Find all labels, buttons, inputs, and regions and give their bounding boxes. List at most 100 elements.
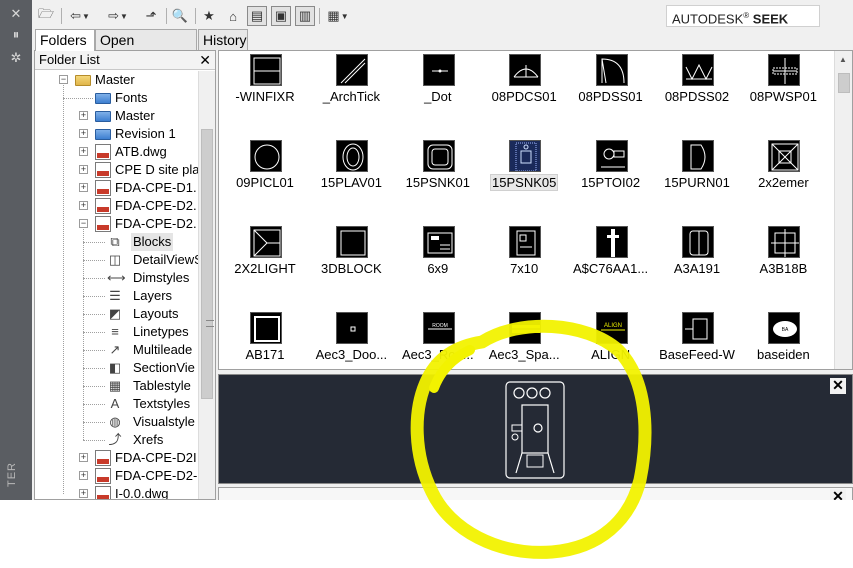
scrollbar-thumb[interactable] bbox=[838, 73, 850, 93]
favorites-button[interactable]: ★ bbox=[199, 6, 219, 26]
expand-icon[interactable]: + bbox=[79, 201, 88, 210]
forward-button[interactable]: ⇨ ▼ bbox=[103, 6, 133, 26]
palette-title-strip[interactable]: ✕ ⏸ ✲ TER bbox=[0, 0, 32, 500]
block-item[interactable]: A3A191 bbox=[654, 224, 740, 310]
tree-item[interactable]: ≡ Linetypes bbox=[35, 323, 199, 341]
collapse-icon[interactable]: − bbox=[79, 219, 88, 228]
close-icon[interactable]: ✕ bbox=[830, 378, 846, 394]
block-item[interactable]: 7x10 bbox=[481, 224, 567, 310]
expand-icon[interactable]: + bbox=[79, 111, 88, 120]
tree-item[interactable]: + ATB.dwg bbox=[35, 143, 199, 161]
tree-item[interactable]: + FDA-CPE-D2. bbox=[35, 197, 199, 215]
tree-item[interactable]: ⟷ Dimstyles bbox=[35, 269, 199, 287]
block-item[interactable]: 08PDSS01 bbox=[568, 52, 654, 138]
block-item[interactable]: -WINFIXR bbox=[222, 52, 308, 138]
block-name: 15PTOI02 bbox=[568, 175, 654, 190]
block-item[interactable]: BA baseiden bbox=[740, 310, 826, 369]
tree-item[interactable]: A Textstyles bbox=[35, 395, 199, 413]
block-item[interactable]: 2X2LIGHT bbox=[222, 224, 308, 310]
close-icon[interactable]: ✕ bbox=[830, 489, 846, 500]
tree-item[interactable]: Fonts bbox=[35, 89, 199, 107]
tree-item[interactable]: ◫ DetailViewS bbox=[35, 251, 199, 269]
expand-icon[interactable]: + bbox=[79, 147, 88, 156]
block-grid-scrollbar[interactable]: ▲ bbox=[834, 51, 852, 369]
close-icon[interactable]: ✕ bbox=[8, 6, 24, 22]
expand-icon[interactable]: + bbox=[79, 453, 88, 462]
tree-item[interactable]: + FDA-CPE-D1. bbox=[35, 179, 199, 197]
tree-item[interactable]: ◍ Visualstyle bbox=[35, 413, 199, 431]
scroll-up-icon[interactable]: ▲ bbox=[839, 55, 847, 64]
block-name: 09PICL01 bbox=[222, 175, 308, 190]
folder-tree-scrollbar[interactable] bbox=[198, 71, 215, 499]
load-button[interactable]: 🗁 bbox=[36, 6, 56, 26]
tree-item[interactable]: + FDA-CPE-D2- bbox=[35, 467, 199, 485]
brand-prefix: AUTODESK bbox=[672, 11, 744, 27]
scrollbar-thumb[interactable] bbox=[201, 129, 214, 399]
chevron-down-icon[interactable]: ▼ bbox=[82, 12, 90, 21]
block-item[interactable]: 3DBLOCK bbox=[308, 224, 394, 310]
properties-icon[interactable]: ✲ bbox=[8, 50, 24, 66]
block-name-text: 3DBLOCK bbox=[321, 261, 382, 276]
block-item[interactable]: A3B18B bbox=[740, 224, 826, 310]
preview-toggle[interactable]: ▣ bbox=[271, 6, 291, 26]
collapse-icon[interactable]: − bbox=[59, 75, 68, 84]
home-button[interactable]: ⌂ bbox=[223, 6, 243, 26]
tree-item[interactable]: ⧉ Blocks bbox=[35, 233, 199, 251]
block-item[interactable]: BaseFeed-W bbox=[654, 310, 740, 369]
block-item[interactable]: A$C76AA1... bbox=[568, 224, 654, 310]
expand-icon[interactable]: + bbox=[79, 489, 88, 498]
block-item[interactable]: AB171 bbox=[222, 310, 308, 369]
block-item[interactable]: _Dot bbox=[395, 52, 481, 138]
close-icon[interactable]: ✕ bbox=[199, 51, 211, 69]
tree-item[interactable]: ◧ SectionVie bbox=[35, 359, 199, 377]
tree-item[interactable]: + Revision 1 bbox=[35, 125, 199, 143]
tree-item[interactable]: ⤴ Xrefs bbox=[35, 431, 199, 449]
description-toggle[interactable]: ▥ bbox=[295, 6, 315, 26]
block-item[interactable]: Aec3_Doo... bbox=[308, 310, 394, 369]
block-item[interactable]: Aec3_Spa... bbox=[481, 310, 567, 369]
block-item[interactable]: 15PTOI02 bbox=[568, 138, 654, 224]
block-item[interactable]: 15PURN01 bbox=[654, 138, 740, 224]
block-item[interactable]: 6x9 bbox=[395, 224, 481, 310]
block-thumbnail bbox=[250, 226, 282, 258]
block-item[interactable]: ROOM Aec3_Roo... bbox=[395, 310, 481, 369]
tree-item[interactable]: ☰ Layers bbox=[35, 287, 199, 305]
expand-icon[interactable]: + bbox=[79, 165, 88, 174]
tab-history[interactable]: History bbox=[198, 29, 248, 50]
block-item[interactable]: 09PICL01 bbox=[222, 138, 308, 224]
chevron-down-icon[interactable]: ▼ bbox=[120, 12, 128, 21]
tree-item[interactable]: − Master bbox=[35, 71, 199, 89]
tree-item[interactable]: + I-0.0.dwg bbox=[35, 485, 199, 499]
tree-item[interactable]: ◩ Layouts bbox=[35, 305, 199, 323]
block-item[interactable]: 15PLAV01 bbox=[308, 138, 394, 224]
tree-view-toggle[interactable]: ▤ bbox=[247, 6, 267, 26]
block-name-text: 15PLAV01 bbox=[320, 175, 382, 190]
expand-icon[interactable]: + bbox=[79, 471, 88, 480]
block-item[interactable]: 08PDSS02 bbox=[654, 52, 740, 138]
back-button[interactable]: ⇦ ▼ bbox=[65, 6, 95, 26]
tab-open-drawings[interactable]: Open Drawings bbox=[95, 29, 197, 68]
up-button[interactable]: ⬏ bbox=[141, 6, 161, 26]
block-item[interactable]: 15PSNK05 bbox=[481, 138, 567, 224]
tree-item[interactable]: + Master bbox=[35, 107, 199, 125]
tree-item[interactable]: + FDA-CPE-D2I bbox=[35, 449, 199, 467]
expand-icon[interactable]: + bbox=[79, 183, 88, 192]
block-item[interactable]: 15PSNK01 bbox=[395, 138, 481, 224]
block-item[interactable]: 08PWSP01 bbox=[740, 52, 826, 138]
block-item[interactable]: 08PDCS01 bbox=[481, 52, 567, 138]
expand-icon[interactable]: + bbox=[79, 129, 88, 138]
tree-item[interactable]: + CPE D site pla bbox=[35, 161, 199, 179]
auto-hide-icon[interactable]: ⏸ bbox=[8, 27, 24, 43]
chevron-down-icon[interactable]: ▼ bbox=[341, 12, 349, 21]
block-item[interactable]: ALIGN ALIGN bbox=[568, 310, 654, 369]
search-button[interactable]: 🔍 bbox=[170, 6, 190, 26]
autodesk-seek-link[interactable]: AUTODESK® SEEK bbox=[666, 5, 820, 27]
tab-folders[interactable]: Folders bbox=[35, 29, 95, 51]
tree-item[interactable]: ↗ Multileade bbox=[35, 341, 199, 359]
block-item[interactable]: _ArchTick bbox=[308, 52, 394, 138]
tree-item[interactable]: − FDA-CPE-D2. bbox=[35, 215, 199, 233]
block-item[interactable]: 2x2emer bbox=[740, 138, 826, 224]
tree-item[interactable]: ▦ Tablestyle bbox=[35, 377, 199, 395]
views-button[interactable]: ▦ ▼ bbox=[323, 6, 353, 26]
block-name: ALIGN bbox=[568, 347, 654, 362]
